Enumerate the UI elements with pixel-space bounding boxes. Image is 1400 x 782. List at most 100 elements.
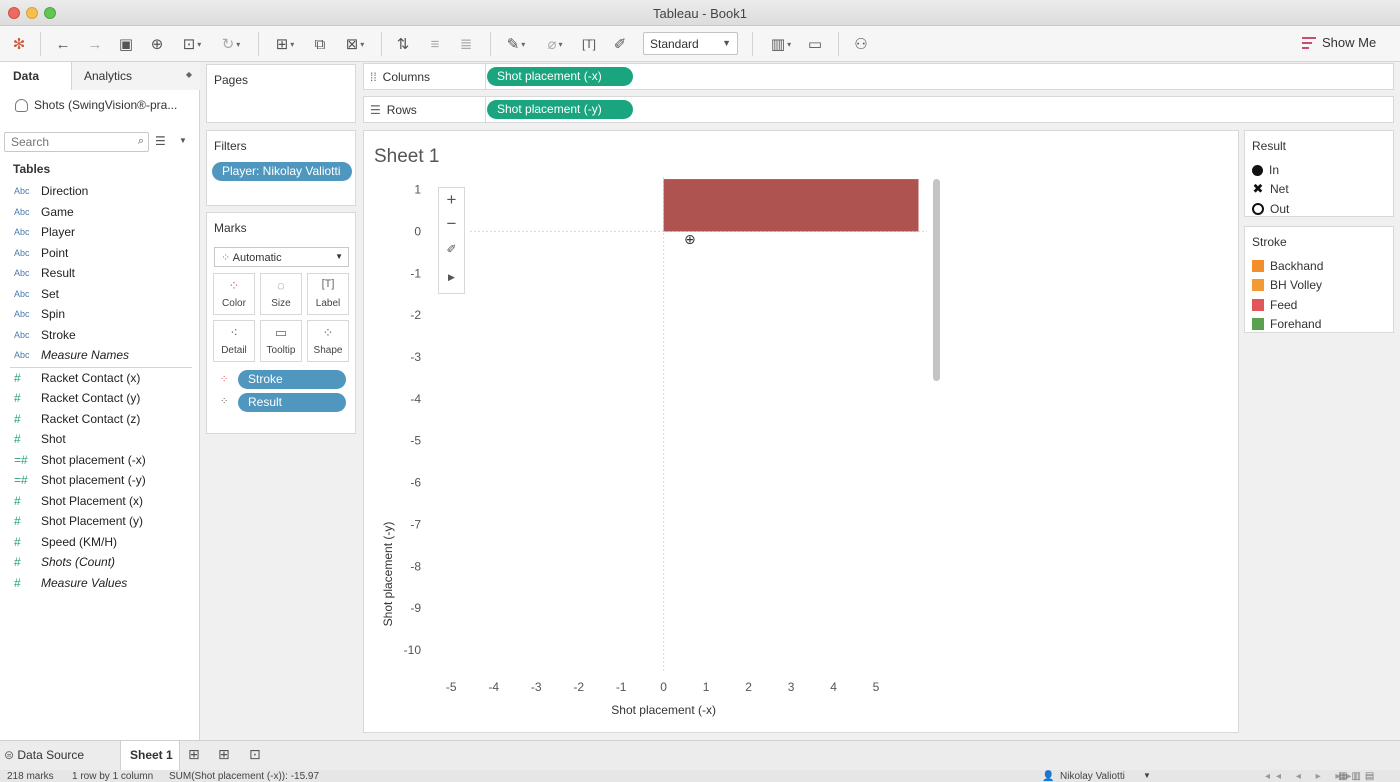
field-shot-placement-neg-y[interactable]: =# Shot placement (-y): [14, 471, 146, 489]
new-dashboard-icon[interactable]: ⊞: [218, 741, 236, 770]
field-point[interactable]: Abc Point: [14, 244, 68, 262]
color-button[interactable]: ⁘ Color: [213, 273, 255, 315]
marks-pill-result[interactable]: Result: [238, 393, 346, 412]
tableau-logo-icon[interactable]: ✻: [10, 33, 28, 55]
field-shot[interactable]: # Shot: [14, 430, 66, 448]
presentation-icon[interactable]: ▭: [804, 33, 826, 55]
duplicate-icon[interactable]: ⧉: [309, 33, 331, 55]
legend-item-out[interactable]: Out: [1252, 201, 1289, 217]
zoom-in-icon[interactable]: +: [439, 190, 464, 210]
chevron-down-icon[interactable]: ▼: [179, 136, 187, 145]
forward-icon[interactable]: →: [84, 33, 106, 55]
columns-shelf[interactable]: ⁞⁞ Columns Shot placement (-x): [363, 63, 1394, 90]
search-input[interactable]: [5, 133, 125, 151]
search-icon[interactable]: ⌕: [138, 135, 144, 148]
chevron-down-icon: ▼: [722, 38, 731, 48]
cards-icon[interactable]: ▥ ▾: [763, 33, 799, 55]
sort-descending-icon[interactable]: ≣: [455, 33, 477, 55]
back-icon[interactable]: ←: [52, 33, 74, 55]
columns-pill[interactable]: Shot placement (-x): [487, 67, 633, 86]
legend-item-forehand[interactable]: Forehand: [1252, 316, 1321, 332]
filter-pill-player[interactable]: Player: Nikolay Valiotti: [212, 162, 352, 181]
field-shots-count[interactable]: # Shots (Count): [14, 553, 115, 571]
rows-shelf[interactable]: ☰ Rows Shot placement (-y): [363, 96, 1394, 123]
field-player[interactable]: Abc Player: [14, 223, 75, 241]
field-label: Shots (Count): [41, 555, 116, 569]
tab-analytics[interactable]: Analytics ◆: [72, 62, 200, 90]
show-me-button[interactable]: Show Me: [1302, 35, 1376, 50]
columns-icon: ⁞⁞: [370, 70, 377, 84]
x-tick-label: 1: [703, 680, 710, 694]
new-story-icon[interactable]: ⊡: [249, 741, 267, 770]
tab-sheet-1[interactable]: Sheet 1: [120, 741, 180, 770]
chart-bar[interactable]: [663, 179, 919, 232]
field-shot-placement-x[interactable]: # Shot Placement (x): [14, 492, 143, 510]
label-icon[interactable]: [T]: [578, 33, 600, 55]
chart[interactable]: 10-1-2-3-4-5-6-7-8-9-10-5 -4 -3 -2 -1 0 1 2 3 4 5S…: [364, 131, 1240, 734]
field-direction[interactable]: Abc Direction: [14, 182, 88, 200]
pin-icon[interactable]: ✐: [609, 33, 631, 55]
field-racket-contact-y[interactable]: # Racket Contact (y): [14, 389, 140, 407]
label-button[interactable]: [T] Label: [307, 273, 349, 315]
marks-pill-stroke[interactable]: Stroke: [238, 370, 346, 389]
clear-icon[interactable]: ⊠ ▾: [338, 33, 372, 55]
field-measure-values[interactable]: # Measure Values: [14, 574, 127, 592]
legend-label: In: [1269, 163, 1280, 177]
mark-type-select[interactable]: ⁘ Automatic ▼: [214, 247, 349, 267]
detail-button[interactable]: ⁖ Detail: [213, 320, 255, 362]
new-datasource-icon[interactable]: ⊕: [146, 33, 168, 55]
status-user[interactable]: Nikolay Valiotti: [1060, 771, 1125, 782]
legend-item-in[interactable]: In: [1252, 162, 1279, 178]
rows-pill[interactable]: Shot placement (-y): [487, 100, 633, 119]
legend-item-backhand[interactable]: Backhand: [1252, 258, 1323, 274]
pin-icon[interactable]: ✐: [439, 242, 464, 256]
expand-arrow-icon[interactable]: ▶: [439, 272, 464, 283]
detail-icon: ⁖: [230, 325, 238, 340]
legend-item-net[interactable]: ✖ Net: [1252, 181, 1289, 197]
new-worksheet-icon[interactable]: ⊞ ▾: [268, 33, 302, 55]
field-label: Point: [41, 246, 69, 260]
field-set[interactable]: Abc Set: [14, 285, 59, 303]
legend-item-bh-volley[interactable]: BH Volley: [1252, 277, 1322, 293]
scrollbar-thumb[interactable]: [933, 179, 940, 381]
new-worksheet-icon[interactable]: ⊞: [188, 741, 206, 770]
x-tick-label: -4: [488, 680, 499, 694]
vertical-scrollbar[interactable]: [931, 177, 941, 671]
highlight-icon[interactable]: ✎ ▾: [500, 33, 532, 55]
list-view-icon[interactable]: ☰: [155, 134, 166, 148]
tab-data-source[interactable]: ⊜ Data Source: [4, 741, 114, 770]
view-mode-icons[interactable]: ▦▥▤: [1338, 771, 1378, 782]
y-tick-label: -7: [410, 517, 421, 531]
pages-card[interactable]: Pages: [206, 64, 356, 123]
sort-ascending-icon[interactable]: ≡: [424, 33, 446, 55]
tooltip-button[interactable]: ▭ Tooltip: [260, 320, 302, 362]
field-racket-contact-z[interactable]: # Racket Contact (z): [14, 410, 140, 428]
datasource-icon[interactable]: ⊡ ▾: [177, 33, 207, 55]
columns-label: Columns: [382, 70, 431, 84]
field-result[interactable]: Abc Result: [14, 264, 75, 282]
shape-button[interactable]: ⁘ Shape: [307, 320, 349, 362]
share-icon[interactable]: ⚇: [850, 33, 872, 55]
field-spin[interactable]: Abc Spin: [14, 305, 65, 323]
refresh-icon[interactable]: ↻ ▾: [214, 33, 248, 55]
shelf-divider: [485, 97, 486, 122]
size-label: Size: [271, 298, 291, 309]
size-button[interactable]: ◌ Size: [260, 273, 302, 315]
field-racket-contact-x[interactable]: # Racket Contact (x): [14, 369, 140, 387]
field-shot-placement-neg-x[interactable]: =# Shot placement (-x): [14, 451, 146, 469]
field-speed[interactable]: # Speed (KM/H): [14, 533, 117, 551]
chevron-down-icon[interactable]: ▼: [1143, 771, 1151, 780]
zoom-out-icon[interactable]: −: [439, 214, 464, 234]
swap-icon[interactable]: ⇅: [392, 33, 414, 55]
filters-card[interactable]: Filters Player: Nikolay Valiotti: [206, 130, 356, 206]
legend-item-feed[interactable]: Feed: [1252, 297, 1297, 313]
fit-select[interactable]: Standard ▼: [643, 32, 738, 55]
field-game[interactable]: Abc Game: [14, 203, 74, 221]
datasource-item[interactable]: Shots (SwingVision®-pra...: [15, 98, 177, 112]
field-measure-names[interactable]: Abc Measure Names: [14, 346, 129, 364]
tab-data[interactable]: Data: [0, 62, 72, 90]
group-icon[interactable]: ⌀ ▾: [539, 33, 571, 55]
field-shot-placement-y[interactable]: # Shot Placement (y): [14, 512, 143, 530]
save-icon[interactable]: ▣: [116, 33, 136, 55]
field-stroke[interactable]: Abc Stroke: [14, 326, 76, 344]
